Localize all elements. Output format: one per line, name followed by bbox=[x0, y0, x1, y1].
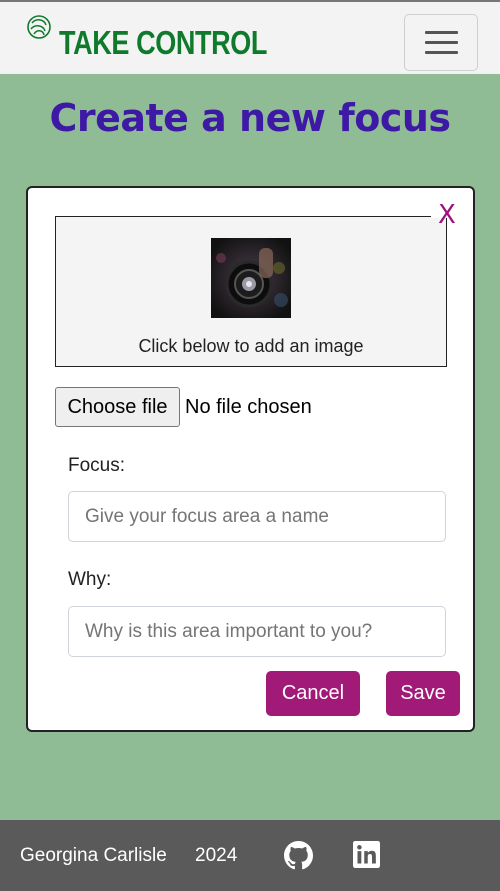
save-button[interactable]: Save bbox=[386, 671, 460, 716]
close-icon[interactable]: X bbox=[438, 202, 456, 228]
navbar: TAKE CONTROL bbox=[0, 0, 500, 74]
why-input[interactable] bbox=[68, 606, 446, 657]
footer-year: 2024 bbox=[195, 845, 238, 866]
github-icon[interactable] bbox=[284, 841, 313, 870]
cancel-button[interactable]: Cancel bbox=[266, 671, 360, 716]
brand-name[interactable]: TAKE CONTROL bbox=[59, 26, 267, 59]
image-preview-box: Click below to add an image bbox=[55, 216, 447, 367]
linkedin-icon[interactable] bbox=[353, 841, 380, 868]
file-status: No file chosen bbox=[185, 396, 312, 418]
image-caption: Click below to add an image bbox=[138, 336, 364, 356]
footer-author: Georgina Carlisle bbox=[20, 845, 167, 866]
page-title: Create a new focus bbox=[49, 96, 451, 140]
footer: Georgina Carlisle 2024 bbox=[0, 820, 500, 891]
focus-label: Focus: bbox=[68, 455, 126, 476]
why-label: Why: bbox=[68, 569, 112, 590]
focus-name-input[interactable] bbox=[68, 491, 446, 542]
menu-toggle-button[interactable] bbox=[404, 14, 478, 71]
hamburger-icon bbox=[425, 31, 458, 34]
new-focus-form: Click below to add an image X Choose fil… bbox=[26, 186, 475, 732]
choose-file-button[interactable]: Choose file bbox=[55, 387, 180, 427]
camera-lens-image bbox=[211, 238, 291, 318]
leaf-swirl-icon[interactable] bbox=[26, 14, 52, 40]
